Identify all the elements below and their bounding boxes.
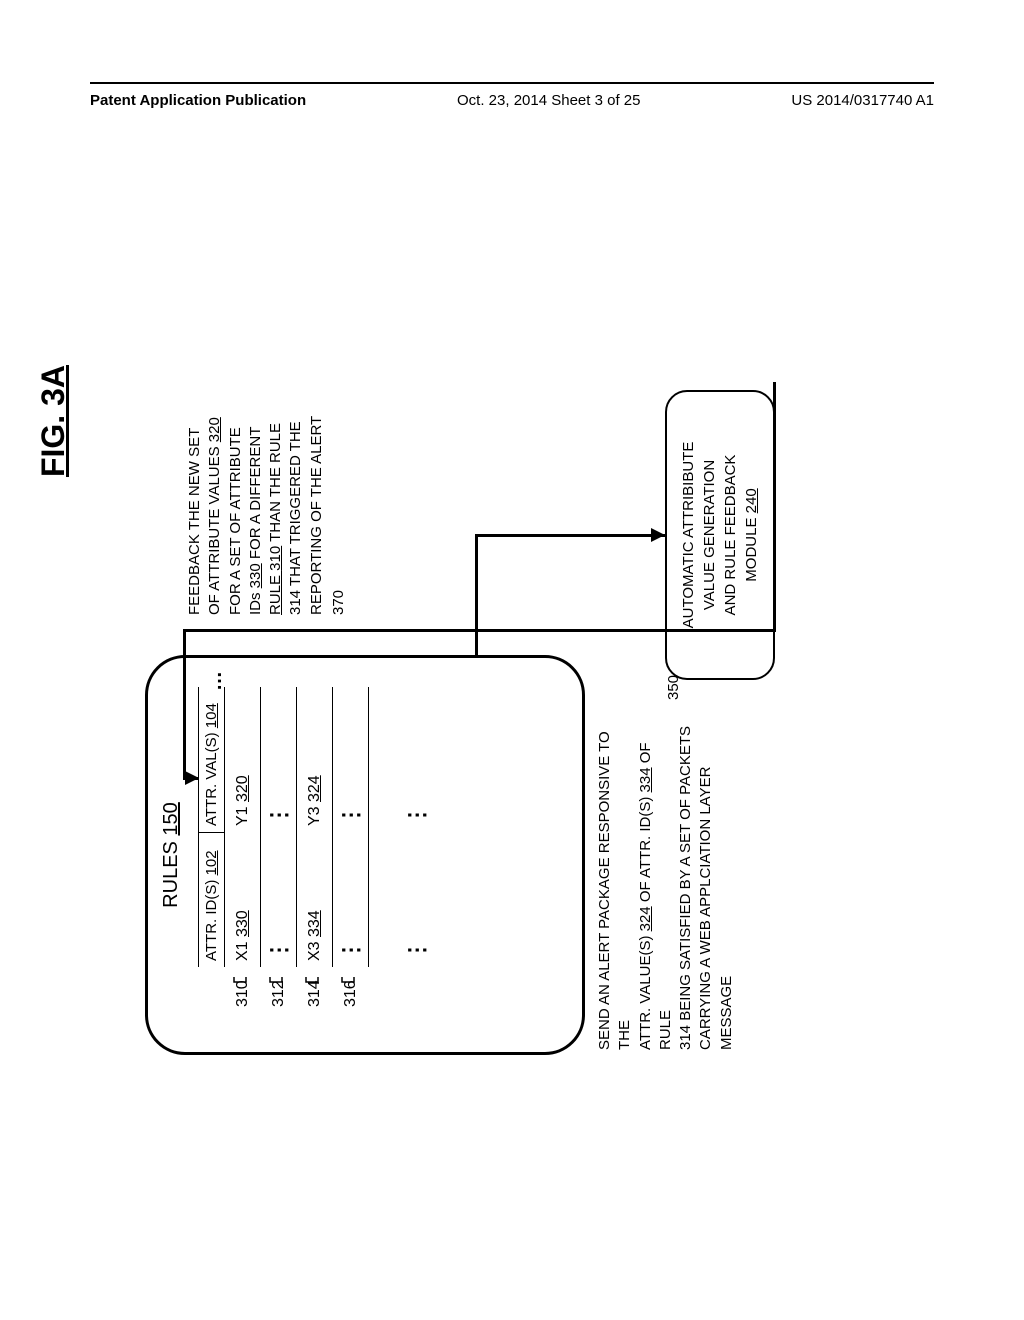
module-box: AUTOMATIC ATTRIBIBUTE VALUE GENERATION A… [665,390,775,680]
ellipsis: … [204,671,227,691]
cell-x3: X3 334 [302,832,328,967]
rules-title: RULES 150 [160,802,183,908]
cell-dots: ⋮ [400,697,434,832]
cell-dots: ⋮ [262,832,296,967]
arrow-segment [183,630,358,633]
table-row: 310 X1 330 Y1 320 [225,687,261,967]
feedback-ref: 370 [330,590,347,615]
header-left: Patent Application Publication [90,92,306,109]
table-row: 316 ⋮ ⋮ [333,687,369,967]
cell-dots: ⋮ [262,697,296,832]
arrow-segment [475,535,478,655]
rules-table: ATTR. ID(S) 102 ATTR. VAL(S) 104 … 310 X… [198,687,435,967]
arrow-segment [355,630,775,633]
cell-dots: ⋮ [400,832,434,967]
page-header: Patent Application Publication Oct. 23, … [90,82,934,109]
col-attr-val-header: ATTR. VAL(S) 104 [199,697,224,832]
cell-x1: X1 330 [230,832,256,967]
col-attr-id-header: ATTR. ID(S) 102 [199,832,224,967]
cell-y3: Y3 324 [302,697,328,832]
cell-dots: ⋮ [334,697,368,832]
table-header: ATTR. ID(S) 102 ATTR. VAL(S) 104 [198,687,225,967]
header-right: US 2014/0317740 A1 [791,92,934,109]
figure-rotated: FIG. 3A RULES 150 ATTR. ID(S) 102 ATTR. … [25,325,1024,1085]
row-brackets-icon [230,970,390,1010]
send-alert-caption: SEND AN ALERT PACKAGE RESPONSIVE TO THE … [595,710,737,1050]
arrow-segment [183,630,186,780]
feedback-caption: FEEDBACK THE NEW SET OF ATTRIBUTE VALUES… [185,335,327,615]
table-row: 312 ⋮ ⋮ [261,687,297,967]
arrow-segment [475,535,665,538]
table-row: 314 X3 334 Y3 324 [297,687,333,967]
arrow-segment [773,382,776,632]
cell-dots: ⋮ [334,832,368,967]
figure-label: FIG. 3A [35,365,72,477]
header-center: Oct. 23, 2014 Sheet 3 of 25 [457,92,640,109]
cell-y1: Y1 320 [230,697,256,832]
table-row: ⋮ ⋮ [399,687,435,967]
